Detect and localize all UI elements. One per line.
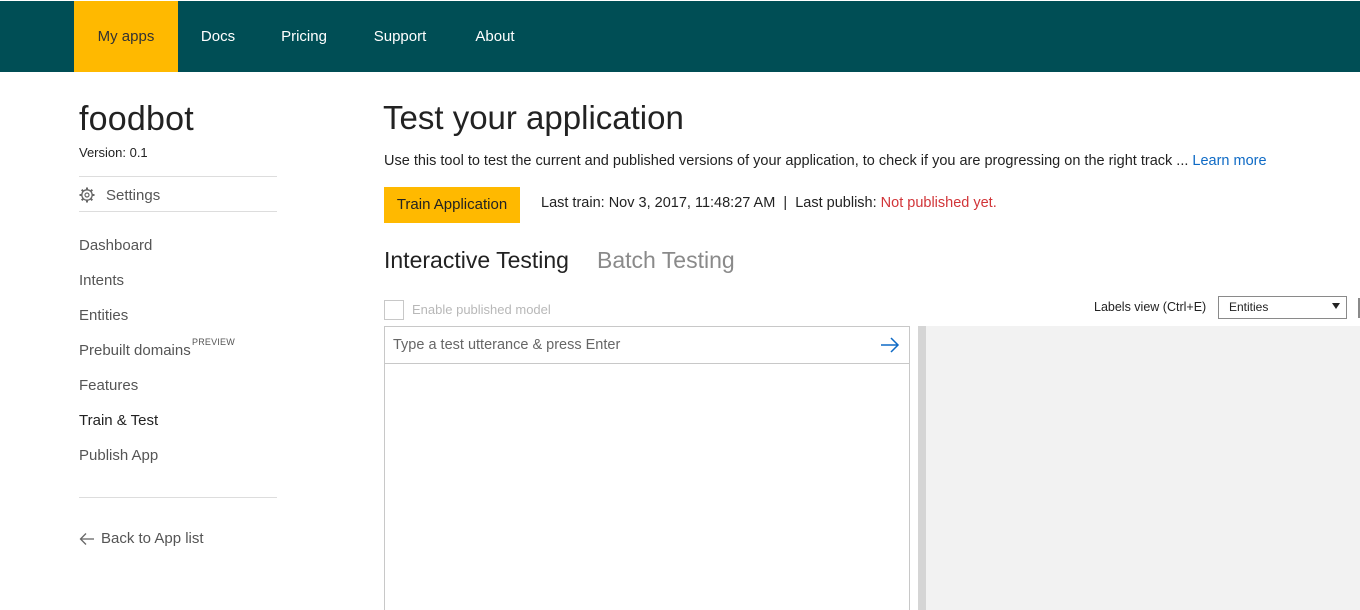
sidebar-divider	[79, 497, 277, 498]
tab-batch-testing[interactable]: Batch Testing	[597, 247, 735, 274]
panel-splitter[interactable]	[918, 326, 926, 610]
sidebar-item-train-test[interactable]: Train & Test	[79, 412, 158, 429]
labels-view-value: Entities	[1229, 300, 1269, 314]
sidebar-item-prebuilt-domains[interactable]: Prebuilt domains	[79, 342, 191, 359]
status-separator: |	[783, 195, 788, 211]
arrow-left-icon	[79, 532, 94, 545]
back-link-label: Back to App list	[101, 530, 204, 547]
last-train-label: Last train:	[541, 195, 605, 211]
interactive-test-panel	[384, 326, 910, 610]
sidebar-item-dashboard[interactable]: Dashboard	[79, 237, 152, 254]
last-train-value: Nov 3, 2017, 11:48:27 AM	[608, 195, 776, 211]
settings-link[interactable]: Settings	[79, 184, 160, 206]
last-publish-label: Last publish:	[795, 195, 877, 211]
preview-badge: PREVIEW	[192, 337, 235, 347]
sidebar-item-intents[interactable]: Intents	[79, 272, 124, 289]
sidebar-item-entities[interactable]: Entities	[79, 307, 128, 324]
description-text: Use this tool to test the current and pu…	[384, 153, 1189, 169]
train-application-button[interactable]: Train Application	[384, 187, 520, 223]
gear-icon	[79, 187, 95, 203]
back-to-app-list-link[interactable]: Back to App list	[79, 530, 204, 547]
app-name: foodbot	[79, 100, 194, 138]
nav-pricing[interactable]: Pricing	[265, 1, 343, 72]
utterance-input[interactable]	[385, 327, 865, 363]
nav-my-apps[interactable]: My apps	[74, 1, 178, 72]
labels-view-select[interactable]: Entities	[1218, 296, 1347, 319]
sidebar-item-publish-app[interactable]: Publish App	[79, 447, 158, 464]
last-publish-value: Not published yet.	[880, 195, 997, 211]
nav-about[interactable]: About	[458, 1, 532, 72]
nav-docs[interactable]: Docs	[184, 1, 252, 72]
chevron-down-icon	[1332, 303, 1340, 309]
enable-published-checkbox[interactable]	[384, 300, 404, 320]
nav-support[interactable]: Support	[359, 1, 441, 72]
page-title: Test your application	[383, 99, 684, 136]
app-version: Version: 0.1	[79, 145, 148, 160]
sidebar-divider	[79, 176, 277, 177]
inspect-panel	[926, 326, 1360, 610]
page-description: Use this tool to test the current and pu…	[384, 153, 1267, 169]
tab-interactive-testing[interactable]: Interactive Testing	[384, 247, 569, 274]
learn-more-link[interactable]: Learn more	[1192, 153, 1266, 169]
enable-published-label: Enable published model	[412, 302, 551, 317]
labels-view-label: Labels view (Ctrl+E)	[1094, 300, 1207, 314]
arrow-right-icon[interactable]	[879, 336, 901, 354]
settings-label: Settings	[106, 186, 161, 204]
sidebar-item-features[interactable]: Features	[79, 377, 138, 394]
train-status: Last train: Nov 3, 2017, 11:48:27 AM | L…	[541, 195, 997, 211]
top-nav: My apps Docs Pricing Support About	[0, 0, 1360, 72]
sidebar-divider	[79, 211, 277, 212]
utterance-row	[385, 327, 909, 364]
